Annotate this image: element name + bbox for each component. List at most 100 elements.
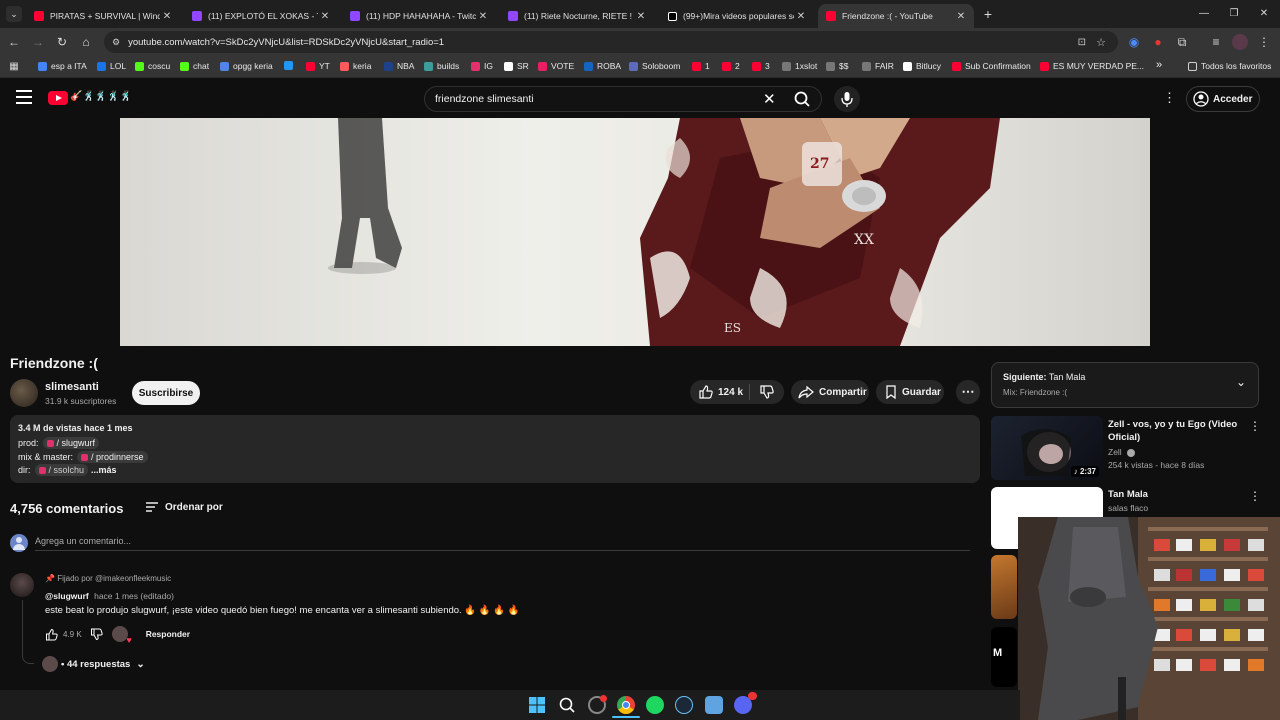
extension-icon[interactable]: ◉ — [1126, 34, 1142, 50]
voice-search-button[interactable] — [834, 86, 860, 112]
like-button[interactable]: 124 k — [690, 384, 750, 400]
more-bookmarks-icon[interactable]: » — [1156, 59, 1162, 71]
spotify-icon[interactable] — [646, 696, 664, 714]
recommendation-kebab-icon[interactable]: ⋮ — [1249, 419, 1261, 433]
star-icon[interactable]: ☆ — [1096, 36, 1106, 49]
reply-button[interactable]: Responder — [146, 629, 190, 639]
recommendation-title[interactable]: Zell - vos, yo y tu Ego (Video Oficial) — [1108, 418, 1246, 444]
comment-time[interactable]: hace 1 mes (editado) — [94, 591, 174, 601]
comment-author-handle[interactable]: @slugwurf — [45, 591, 89, 601]
new-tab-button[interactable]: + — [980, 6, 996, 22]
reload-icon[interactable]: ↻ — [54, 34, 70, 50]
channel-avatar[interactable] — [10, 379, 38, 407]
bookmark-item[interactable]: 1xslot — [782, 61, 817, 71]
notepad-icon[interactable] — [705, 696, 723, 714]
tab-search-icon[interactable]: ⌄ — [6, 6, 22, 22]
channel-name-text[interactable]: Zell — [1108, 447, 1122, 457]
mix-playlist-panel[interactable]: Siguiente: Tan Mala Mix: Friendzone :( ⌄ — [991, 362, 1259, 408]
all-favorites-folder[interactable]: Todos los favoritos — [1188, 61, 1271, 71]
bookmark-item[interactable]: 1 — [692, 61, 710, 71]
logo-doodle[interactable]: 🎸🕺🏿🕺🏿🕺🏿🕺🏿 — [70, 91, 132, 102]
bookmark-item[interactable]: FAIR — [862, 61, 894, 71]
recommendation-thumbnail[interactable]: M — [991, 627, 1017, 687]
discord-icon[interactable] — [734, 692, 757, 714]
credit-link[interactable]: / ssolchu — [34, 464, 89, 476]
share-button[interactable]: Compartir — [791, 380, 869, 404]
close-tab-icon[interactable]: ✕ — [794, 11, 808, 22]
dislike-button[interactable] — [750, 384, 784, 400]
recommendation-title[interactable]: Tan Mala — [1108, 488, 1246, 501]
close-tab-icon[interactable]: ✕ — [476, 11, 490, 22]
restore-icon[interactable]: ❐ — [1226, 6, 1242, 22]
bookmark-item[interactable] — [284, 61, 297, 70]
comment-dislike-icon[interactable] — [90, 628, 104, 641]
tab-tiktok[interactable]: (99+)Mira videos populares sel ✕ — [660, 4, 814, 28]
clear-search-icon[interactable]: ✕ — [763, 90, 776, 108]
signin-button[interactable]: Acceder — [1186, 86, 1260, 112]
recommendation-channel[interactable]: Zell — [1108, 447, 1136, 457]
tab-search-list-icon[interactable]: ≡ — [1208, 34, 1224, 50]
bookmark-item[interactable]: chat — [180, 61, 209, 71]
tab-hdp[interactable]: (11) HDP HAHAHAHA - Twitch ✕ — [342, 4, 496, 28]
forward-icon[interactable]: → — [30, 34, 46, 50]
bookmark-item[interactable]: YT — [306, 61, 330, 71]
omnibox[interactable]: ⚙ youtube.com/watch?v=SkDc2yVNjcU&list=R… — [104, 31, 1118, 53]
bookmark-item[interactable]: opgg keria — [220, 61, 273, 71]
bookmark-item[interactable]: Bitlucy — [903, 61, 941, 71]
channel-name[interactable]: slimesanti — [45, 381, 99, 393]
bookmark-item[interactable]: ES MUY VERDAD PE... — [1040, 61, 1144, 71]
chrome-menu-icon[interactable]: ⋮ — [1256, 34, 1272, 50]
search-button[interactable] — [782, 86, 822, 112]
bookmark-item[interactable]: IG — [471, 61, 493, 71]
bookmark-item[interactable]: ROBA — [584, 61, 621, 71]
expand-chevron-icon[interactable]: ⌄ — [1236, 375, 1246, 389]
recommendation-thumbnail[interactable]: ♪ 2:37 — [991, 416, 1103, 480]
bookmark-item[interactable]: 3 — [752, 61, 770, 71]
steam-icon[interactable] — [675, 696, 693, 714]
search-input[interactable]: friendzone slimesanti — [435, 93, 534, 105]
site-info-icon[interactable]: ⚙ — [112, 37, 120, 48]
close-tab-icon[interactable]: ✕ — [160, 11, 174, 22]
hamburger-menu-icon[interactable] — [16, 90, 32, 104]
close-window-icon[interactable]: ✕ — [1256, 6, 1272, 22]
subscribe-button[interactable]: Suscribirse — [132, 381, 200, 405]
bookmark-item[interactable]: 2 — [722, 61, 740, 71]
taskbar-search-icon[interactable] — [558, 696, 576, 714]
url-text[interactable]: youtube.com/watch?v=SkDc2yVNjcU&list=RDS… — [128, 37, 444, 48]
credit-link[interactable]: / slugwurf — [42, 437, 100, 449]
more-actions-icon[interactable]: ⋯ — [956, 380, 980, 404]
show-more-link[interactable]: ...más — [91, 465, 117, 475]
youtube-logo-icon[interactable] — [48, 91, 68, 105]
app-badge-icon[interactable] — [588, 695, 607, 714]
install-app-icon[interactable]: ⊡ — [1078, 37, 1086, 48]
comment-author[interactable]: @slugwurf hace 1 mes (editado) — [45, 591, 174, 601]
bookmark-item[interactable]: SR — [504, 61, 529, 71]
home-icon[interactable]: ⌂ — [78, 34, 94, 50]
recommendation-thumbnail[interactable] — [991, 555, 1017, 619]
comment-like-icon[interactable] — [45, 628, 59, 641]
extensions-puzzle-icon[interactable]: ⧉ — [1174, 34, 1190, 50]
settings-kebab-icon[interactable]: ⋮ — [1163, 90, 1176, 106]
view-replies-button[interactable]: • 44 respuestas ⌄ — [42, 656, 145, 672]
bookmark-item[interactable]: keria — [340, 61, 371, 71]
bookmark-item[interactable]: LOL — [97, 61, 126, 71]
comment-author-avatar[interactable] — [10, 573, 34, 597]
bookmark-item[interactable]: esp a ITA — [38, 61, 87, 71]
back-icon[interactable]: ← — [6, 34, 22, 50]
bookmark-item[interactable]: VOTE — [538, 61, 574, 71]
apps-grid-icon[interactable]: ▦ — [6, 59, 22, 75]
recommendation-kebab-icon[interactable]: ⋮ — [1249, 489, 1261, 503]
video-player[interactable]: 27 XX ES — [0, 118, 1280, 346]
tab-xokas[interactable]: (11) EXPLOTÓ EL XOKAS - Twitc ✕ — [184, 4, 338, 28]
minimize-icon[interactable]: — — [1196, 6, 1212, 22]
bookmark-item[interactable]: NBA — [384, 61, 414, 71]
tab-friendzone-active[interactable]: Friendzone :( - YouTube ✕ — [818, 4, 974, 28]
extension-badge-icon[interactable]: ● — [1150, 34, 1166, 50]
recommendation-channel[interactable]: salas flaco — [1108, 503, 1148, 513]
profile-avatar[interactable] — [1232, 34, 1248, 50]
tab-piratas[interactable]: PIRATAS + SURVIVAL | WindRo ✕ — [26, 4, 180, 28]
bookmark-item[interactable]: builds — [424, 61, 459, 71]
windows-start-icon[interactable] — [528, 696, 546, 714]
tab-riete[interactable]: (11) Riete Nocturne, RIETE ! xdd ✕ — [500, 4, 654, 28]
description-box[interactable]: 3.4 M de vistas hace 1 mes prod: / slugw… — [10, 415, 980, 483]
